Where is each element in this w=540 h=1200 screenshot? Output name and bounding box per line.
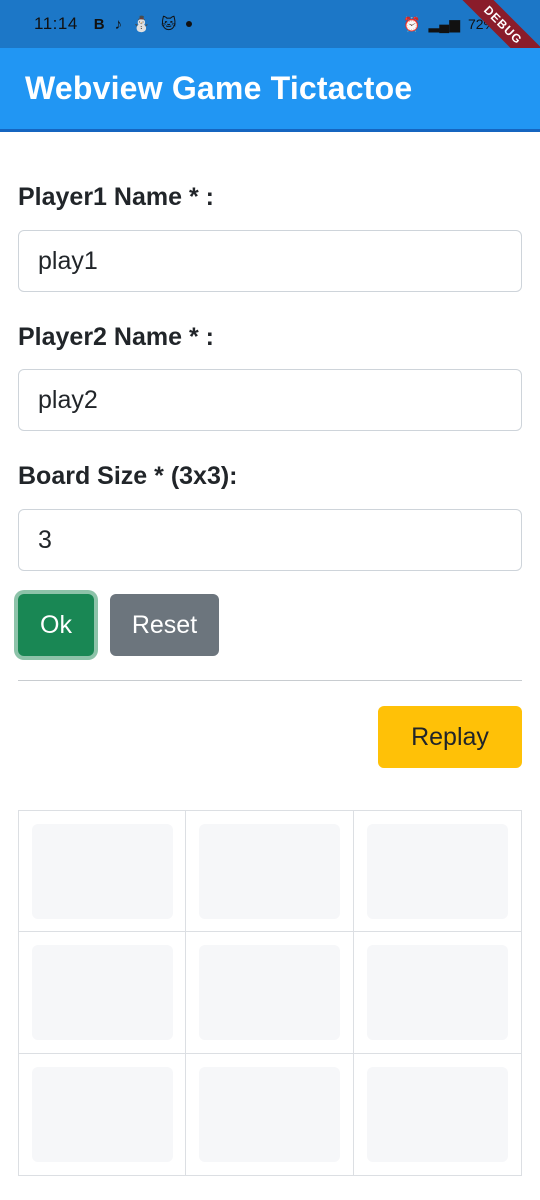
divider bbox=[18, 680, 522, 681]
more-notifications-dot-icon bbox=[186, 21, 193, 27]
signal-icon: ▂▄▆ bbox=[428, 15, 460, 32]
snapchat-icon: ⛄ bbox=[132, 16, 151, 33]
app-title: Webview Game Tictactoe bbox=[25, 70, 413, 106]
cell-button[interactable] bbox=[31, 823, 173, 919]
reset-button[interactable]: Reset bbox=[110, 594, 219, 656]
board-cell[interactable] bbox=[19, 1053, 187, 1175]
alarm-icon: ⏰ bbox=[403, 15, 421, 32]
board-cell[interactable] bbox=[186, 932, 354, 1054]
b-app-icon: B bbox=[93, 15, 105, 33]
cell-button[interactable] bbox=[198, 944, 340, 1040]
cell-button[interactable] bbox=[366, 944, 508, 1040]
cell-button[interactable] bbox=[366, 823, 508, 919]
player1-name-input[interactable]: play1 bbox=[18, 230, 522, 292]
status-bar: 11:14 B ♪ ⛄ 🐱 ⏰ ▂▄▆ 72% bbox=[0, 0, 540, 48]
board-cell[interactable] bbox=[186, 811, 354, 933]
notification-icons: B ♪ ⛄ 🐱 bbox=[94, 15, 193, 33]
board-cell[interactable] bbox=[353, 932, 521, 1054]
player2-name-input[interactable]: play2 bbox=[18, 369, 522, 431]
board-cell[interactable] bbox=[19, 811, 187, 933]
status-time: 11:14 bbox=[34, 14, 78, 33]
board-cell[interactable] bbox=[186, 1053, 354, 1175]
form-buttons: Ok Reset bbox=[18, 594, 219, 656]
cell-button[interactable] bbox=[198, 823, 340, 919]
cell-button[interactable] bbox=[366, 1066, 508, 1162]
player1-label: Player1 Name * : bbox=[18, 183, 214, 211]
board-cell[interactable] bbox=[354, 1054, 521, 1175]
cell-button[interactable] bbox=[198, 1066, 340, 1162]
game-board bbox=[18, 810, 522, 1176]
board-size-input[interactable]: 3 bbox=[18, 509, 522, 571]
replay-button[interactable]: Replay bbox=[378, 706, 522, 768]
app-notification-icon: 🐱 bbox=[160, 16, 177, 33]
tiktok-icon: ♪ bbox=[114, 15, 123, 33]
cell-button[interactable] bbox=[31, 1066, 173, 1162]
app-bar: Webview Game Tictactoe bbox=[0, 48, 540, 132]
player2-label: Player2 Name * : bbox=[18, 323, 214, 351]
ok-button[interactable]: Ok bbox=[18, 594, 94, 656]
cell-button[interactable] bbox=[31, 944, 173, 1040]
board-cell[interactable] bbox=[353, 811, 521, 933]
board-cell[interactable] bbox=[19, 932, 187, 1054]
board-size-label: Board Size * (3x3): bbox=[18, 462, 238, 490]
